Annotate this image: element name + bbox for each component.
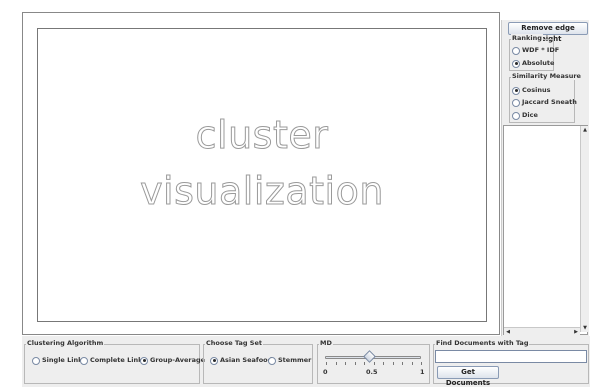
ranking-absolute-radio[interactable]: Absolute — [512, 59, 554, 68]
md-title: MD — [319, 339, 333, 347]
document-list[interactable] — [503, 125, 588, 335]
md-slider-tick — [402, 362, 403, 365]
radio-label: Complete Link — [90, 356, 143, 364]
radio-label: Asian Seafood — [220, 356, 273, 364]
find-title: Find Documents with Tag — [435, 339, 530, 347]
md-tick-label-max: 1 — [420, 368, 425, 376]
similarity-dice-radio[interactable]: Dice — [512, 111, 538, 120]
radio-icon — [512, 46, 520, 55]
radio-label: Group-Average — [150, 356, 206, 364]
tag-search-input[interactable] — [435, 350, 587, 363]
vertical-scrollbar[interactable]: ▲ ▼ — [580, 126, 588, 332]
radio-label: Single Link — [42, 356, 83, 364]
radio-icon — [32, 356, 40, 365]
similarity-cosinus-radio[interactable]: Cosinus — [512, 86, 550, 95]
radio-selected-icon — [512, 86, 520, 95]
scroll-down-icon[interactable]: ▼ — [581, 325, 589, 331]
scroll-left-icon[interactable]: ◀ — [505, 329, 511, 335]
ranking-title: Ranking — [511, 34, 543, 42]
stemmer-radio[interactable]: Stemmer — [268, 356, 311, 365]
ranking-wdf-idf-radio[interactable]: WDF * IDF — [512, 46, 559, 55]
radio-selected-icon — [512, 59, 520, 68]
radio-selected-icon — [140, 356, 148, 365]
md-slider-tick — [345, 362, 346, 365]
radio-icon — [512, 98, 520, 107]
asian-seafood-radio[interactable]: Asian Seafood — [210, 356, 272, 365]
md-slider-tick — [421, 362, 422, 365]
radio-label: Stemmer — [278, 356, 312, 364]
radio-label: Absolute — [522, 59, 555, 67]
md-tick-label-mid: 0.5 — [366, 368, 378, 376]
radio-label: WDF * IDF — [522, 46, 560, 54]
radio-label: Dice — [522, 111, 538, 119]
horizontal-scrollbar[interactable]: ◀ ▶ — [504, 327, 580, 335]
canvas-title-line2: visualization — [140, 169, 384, 214]
get-documents-button[interactable]: Get Documents — [437, 366, 499, 387]
md-tick-label-min: 0 — [323, 368, 328, 376]
radio-label: Jaccard Sneath — [522, 98, 577, 106]
md-slider-tick — [335, 362, 337, 365]
md-slider-tick — [383, 362, 384, 365]
md-slider-tick — [373, 362, 375, 365]
similarity-title: Similarity Measure — [511, 72, 582, 80]
radio-icon — [268, 356, 276, 365]
md-slider-tick — [411, 362, 413, 365]
scroll-up-icon[interactable]: ▲ — [581, 127, 589, 133]
canvas-placeholder-text: cluster visualization — [38, 107, 486, 219]
md-slider-tick — [364, 362, 365, 365]
similarity-jaccard-radio[interactable]: Jaccard Sneath — [512, 98, 577, 107]
radio-icon — [80, 356, 88, 365]
single-link-radio[interactable]: Single Link — [32, 356, 82, 365]
group-average-radio[interactable]: Group-Average — [140, 356, 205, 365]
radio-icon — [512, 111, 520, 120]
radio-label: Cosinus — [522, 86, 551, 94]
cluster-canvas[interactable]: cluster visualization — [37, 28, 487, 322]
md-slider-tick — [392, 362, 394, 365]
md-slider-tick — [326, 362, 327, 365]
tagset-title: Choose Tag Set — [205, 339, 263, 347]
radio-selected-icon — [210, 356, 218, 365]
complete-link-radio[interactable]: Complete Link — [80, 356, 142, 365]
scroll-right-icon[interactable]: ▶ — [573, 329, 579, 335]
canvas-title-line1: cluster — [195, 113, 329, 158]
clustering-title: Clustering Algorithm — [26, 339, 105, 347]
md-slider-tick — [354, 362, 356, 365]
